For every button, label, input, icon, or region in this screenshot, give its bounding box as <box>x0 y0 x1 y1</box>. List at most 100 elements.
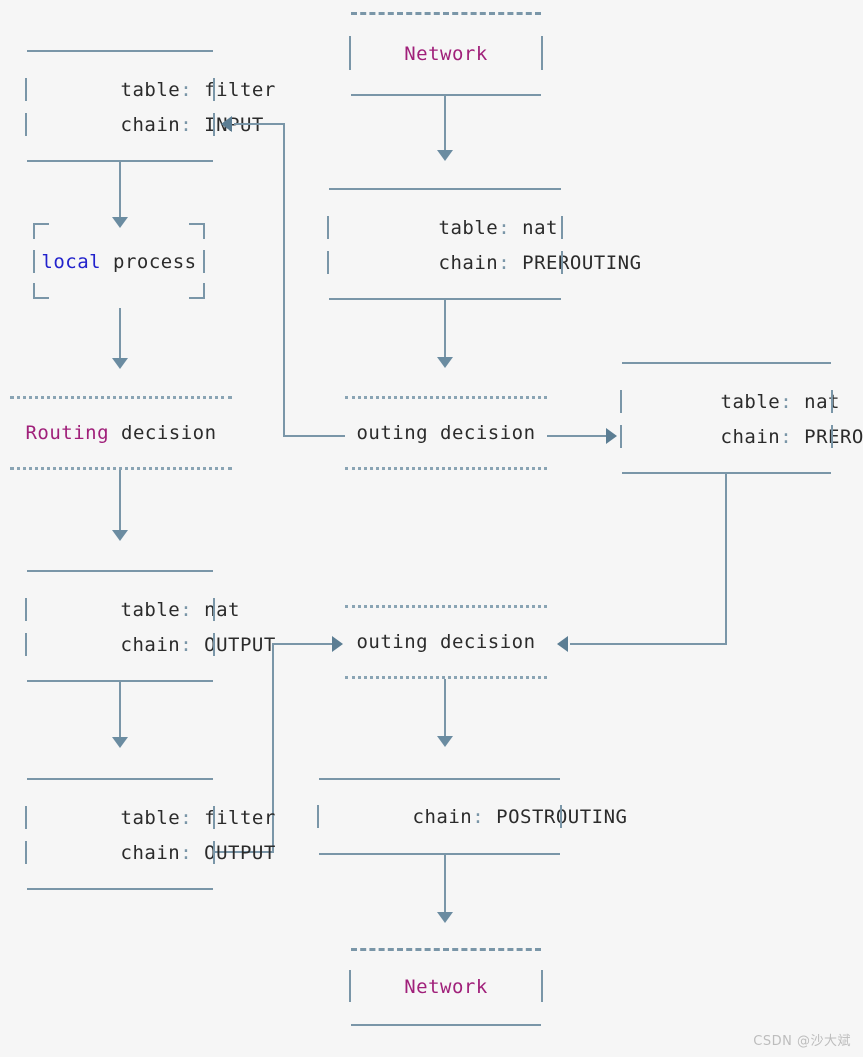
corner-top-left-icon <box>33 223 49 239</box>
edge-spine-foot <box>283 435 345 437</box>
local-process-row: local process <box>33 244 205 279</box>
dotted-rule-bottom <box>345 676 547 679</box>
corner-bottom-right-icon <box>189 283 205 299</box>
rail-top <box>622 362 831 364</box>
pipe-right-icon <box>541 970 543 1002</box>
edge-routing-to-right-nat <box>547 435 609 437</box>
node-postrouting: chain: POSTROUTING <box>317 778 627 855</box>
pipe-left-icon <box>33 250 35 273</box>
arrow-down-icon <box>437 912 453 923</box>
rail-top <box>27 778 213 780</box>
pipe-left-icon <box>349 970 351 1002</box>
dotted-rule-bottom <box>345 467 547 470</box>
watermark: CSDN @沙大斌 <box>753 1034 851 1049</box>
rail-top <box>319 778 560 780</box>
nat-prerouting-right-key2: chain <box>720 425 781 448</box>
colon-glyph: : <box>472 805 485 828</box>
dotted-rule-top <box>345 396 547 399</box>
pipe-left-icon <box>317 805 319 828</box>
pipe-right-icon <box>213 633 215 656</box>
node-routing-decision-left: Routing decision <box>10 396 232 470</box>
pipe-right-icon <box>831 425 833 448</box>
row-chain: chain: PREROUTING <box>327 245 641 280</box>
pipe-left-icon <box>25 633 27 656</box>
colon-glyph: : <box>780 425 793 448</box>
row-chain: chain: INPUT <box>25 107 263 142</box>
colon-glyph: : <box>180 113 193 136</box>
routing-decision-middle-label: outing decision <box>356 422 536 444</box>
local-process-word2: process <box>101 250 197 273</box>
pipe-right-icon <box>213 113 215 136</box>
arrow-down-icon <box>437 357 453 368</box>
colon-glyph: : <box>180 841 193 864</box>
row-chain: chain: POSTROUTING <box>317 799 627 834</box>
pipe-left-icon <box>327 251 329 274</box>
node-nat-output: table: nat chain: OUTPUT <box>25 570 275 682</box>
node-local-process: local process <box>33 223 205 299</box>
edge-right-nat-to-lower-routing <box>570 643 727 645</box>
rail-top <box>329 188 561 190</box>
postrouting-key1: chain <box>412 805 473 828</box>
arrow-left-icon <box>221 116 232 132</box>
rail-top <box>27 50 213 52</box>
arrow-down-icon <box>112 737 128 748</box>
edge-postrouting-to-network <box>444 855 446 913</box>
nat-prerouting-top-key2: chain <box>438 251 499 274</box>
edge-lower-routing-to-postrouting <box>444 679 446 737</box>
node-network-top: Network <box>349 12 543 96</box>
edge-prerouting-to-routing <box>444 300 446 358</box>
pipe-right-icon <box>213 841 215 864</box>
edge-spine-to-input <box>234 123 284 125</box>
pipe-right-icon <box>203 250 205 273</box>
arrow-right-icon <box>332 636 343 652</box>
nat-output-key2: chain <box>120 633 181 656</box>
filter-output-key2: chain <box>120 841 181 864</box>
pipe-left-icon <box>620 425 622 448</box>
node-nat-prerouting-right: table: nat chain: PREROUTING <box>620 362 863 474</box>
dotted-rule-bottom <box>10 467 232 470</box>
node-filter-input: table: filter chain: INPUT <box>25 50 275 162</box>
colon-glyph: : <box>180 633 193 656</box>
network-bottom-label: Network <box>404 976 488 998</box>
network-top-row: Network <box>349 12 543 96</box>
edge-local-to-routing <box>119 308 121 360</box>
row-chain: chain: OUTPUT <box>25 835 275 870</box>
pipe-left-icon <box>25 841 27 864</box>
colon-glyph: : <box>498 251 511 274</box>
diagram-canvas: Network table: nat chain: PREROUTING tab… <box>0 0 863 1057</box>
arrow-down-icon <box>112 358 128 369</box>
dotted-rule-top <box>345 605 547 608</box>
nat-prerouting-top-value2: PREROUTING <box>522 251 642 274</box>
filter-input-key2: chain <box>120 113 181 136</box>
edge-nat-output-to-filter-output <box>119 682 121 738</box>
corner-top-right-icon <box>189 223 205 239</box>
pipe-left-icon <box>25 113 27 136</box>
local-process-word1: local <box>41 250 102 273</box>
rail-bottom <box>319 853 560 855</box>
rail-top <box>27 570 213 572</box>
arrow-down-icon <box>437 150 453 161</box>
arrow-down-icon <box>437 736 453 747</box>
network-top-label: Network <box>404 43 488 65</box>
pipe-right-icon <box>541 36 543 70</box>
edge-network-to-prerouting <box>444 96 446 152</box>
corner-bottom-left-icon <box>33 283 49 299</box>
arrow-left-icon <box>557 636 568 652</box>
node-nat-prerouting-top: table: nat chain: PREROUTING <box>327 188 641 300</box>
network-bottom-row: Network <box>349 948 543 1026</box>
node-filter-output: table: filter chain: OUTPUT <box>25 778 275 890</box>
rail-bottom <box>27 888 213 890</box>
arrow-right-icon <box>606 428 617 444</box>
routing-decision-left-word1: Routing <box>25 422 110 444</box>
node-routing-decision-lower: outing decision <box>345 605 547 679</box>
pipe-right-icon <box>561 251 563 274</box>
pipe-left-icon <box>349 36 351 70</box>
edge-spine-vertical <box>283 123 285 436</box>
row-chain: chain: OUTPUT <box>25 627 275 662</box>
routing-decision-lower-label: outing decision <box>356 631 536 653</box>
edge-right-nat-down <box>725 474 727 644</box>
arrow-down-icon <box>112 530 128 541</box>
dotted-rule-top <box>10 396 232 399</box>
routing-decision-left-word2: decision <box>109 422 217 444</box>
edge-filter-output-to-lower-routing <box>272 643 334 645</box>
